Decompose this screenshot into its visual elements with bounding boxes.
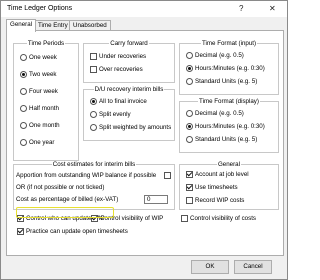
radio-icon xyxy=(186,136,193,143)
radio-selected-icon xyxy=(186,123,193,130)
du-recovery-group: D/U recovery interim bills All to final … xyxy=(83,86,175,141)
account-at-job-level-checkbox[interactable]: Account at job level xyxy=(186,171,249,179)
record-wip-costs-checkbox[interactable]: Record WIP costs xyxy=(186,197,244,205)
checkbox-icon xyxy=(90,53,97,60)
cost-percentage-label: Cost as percentage of billed (ex-VAT) xyxy=(16,196,119,203)
window-title: Time Ledger Options xyxy=(7,5,73,12)
checkbox-checked-icon xyxy=(17,228,24,235)
time-format-input-group: Time Format (input) Decimal (e.g. 0.5) H… xyxy=(179,40,279,95)
use-timesheets-checkbox[interactable]: Use timesheets xyxy=(186,184,238,192)
period-two-week[interactable]: Two week xyxy=(20,71,57,79)
checkbox-icon xyxy=(90,66,97,73)
radio-icon xyxy=(20,139,27,146)
radio-selected-icon xyxy=(90,98,97,105)
under-recoveries-checkbox[interactable]: Under recoveries xyxy=(90,53,146,61)
radio-icon xyxy=(90,111,97,118)
control-visibility-costs-checkbox[interactable]: Control visibility of costs xyxy=(181,215,256,223)
radio-selected-icon xyxy=(186,65,193,72)
apportion-label: Apportion from outstanding WIP balance i… xyxy=(16,172,157,179)
radio-icon xyxy=(20,54,27,61)
cost-estimates-title: Cost estimates for interim bills xyxy=(51,161,137,168)
period-one-month[interactable]: One month xyxy=(20,122,60,130)
practice-update-timesheets-checkbox[interactable]: Practice can update open timesheets xyxy=(17,228,128,236)
du-split-evenly[interactable]: Split evenly xyxy=(90,111,131,119)
du-split-weighted[interactable]: Split weighted by amounts xyxy=(90,124,171,132)
checkbox-icon xyxy=(186,197,193,204)
radio-icon xyxy=(186,52,193,59)
radio-icon xyxy=(186,78,193,85)
or-label: OR (if not possible or not ticked) xyxy=(16,184,105,191)
radio-icon xyxy=(20,122,27,129)
carry-forward-title: Carry forward xyxy=(109,40,149,47)
radio-icon xyxy=(90,124,97,131)
general-panel: Time Periods One week Two week Four week… xyxy=(6,30,284,256)
input-hours-minutes[interactable]: Hours:Minutes (e.g. 0:30) xyxy=(186,65,265,73)
radio-icon xyxy=(20,88,27,95)
period-half-month[interactable]: Half month xyxy=(20,105,59,113)
time-format-display-title: Time Format (display) xyxy=(198,98,260,105)
du-recovery-title: D/U recovery interim bills xyxy=(93,86,165,93)
display-hours-minutes[interactable]: Hours:Minutes (e.g. 0:30) xyxy=(186,123,265,131)
ok-button[interactable]: OK xyxy=(191,260,229,274)
period-one-week[interactable]: One week xyxy=(20,54,57,62)
cost-estimates-group: Cost estimates for interim bills Apporti… xyxy=(13,161,175,210)
radio-icon xyxy=(186,110,193,117)
cancel-button[interactable]: Cancel xyxy=(234,260,272,274)
general-group: General Account at job level Use timeshe… xyxy=(179,161,279,210)
display-decimal[interactable]: Decimal (e.g. 0.5) xyxy=(186,110,244,118)
checkbox-checked-icon xyxy=(186,184,193,191)
time-periods-title: Time Periods xyxy=(26,40,66,47)
input-standard-units[interactable]: Standard Units (e.g. 5) xyxy=(186,78,257,86)
title-bar: Time Ledger Options ? ✕ xyxy=(1,1,287,17)
cost-percentage-field[interactable]: 0 xyxy=(144,195,168,204)
period-four-week[interactable]: Four week xyxy=(20,88,58,96)
apportion-checkbox[interactable] xyxy=(164,172,171,179)
period-one-year[interactable]: One year xyxy=(20,139,54,147)
time-periods-group: Time Periods One week Two week Four week… xyxy=(13,40,79,161)
radio-icon xyxy=(20,105,27,112)
time-format-input-title: Time Format (input) xyxy=(200,40,258,47)
help-button[interactable]: ? xyxy=(239,4,243,13)
display-standard-units[interactable]: Standard Units (e.g. 5) xyxy=(186,136,257,144)
checkbox-checked-icon xyxy=(186,171,193,178)
time-format-display-group: Time Format (display) Decimal (e.g. 0.5)… xyxy=(179,98,279,153)
highlight-outline xyxy=(16,207,114,218)
over-recoveries-checkbox[interactable]: Over recoveries xyxy=(90,66,143,74)
options-dialog: Time Ledger Options ? ✕ General Time Ent… xyxy=(0,0,288,280)
carry-forward-group: Carry forward Under recoveries Over reco… xyxy=(83,40,175,83)
general-title: General xyxy=(216,161,241,168)
tab-general[interactable]: General xyxy=(6,19,37,32)
close-button[interactable]: ✕ xyxy=(269,4,276,13)
radio-selected-icon xyxy=(20,71,27,78)
checkbox-icon xyxy=(181,215,188,222)
input-decimal[interactable]: Decimal (e.g. 0.5) xyxy=(186,52,244,60)
du-all-to-final[interactable]: All to final invoice xyxy=(90,98,147,106)
